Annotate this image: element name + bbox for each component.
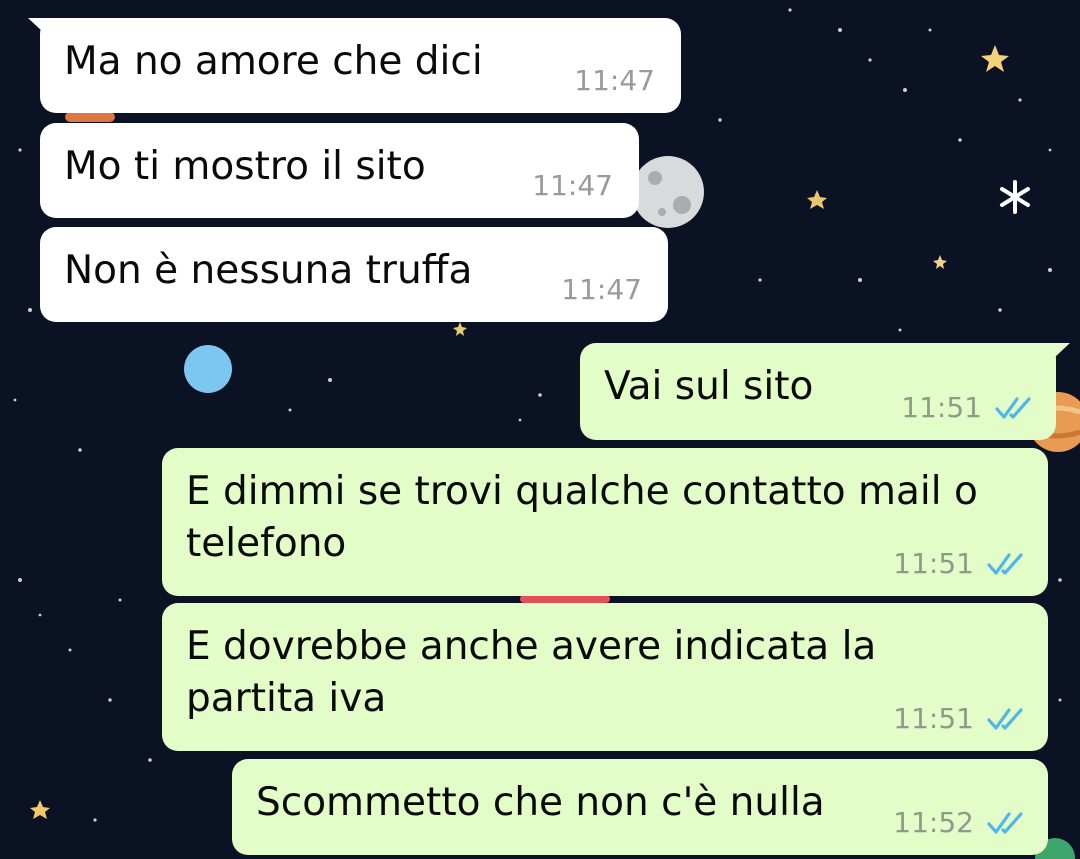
- message-text: E dimmi se trovi qualche contatto mail o…: [186, 469, 978, 566]
- message-time: 11:51: [893, 702, 974, 735]
- message-bubble-outgoing[interactable]: Scommetto che non c'è nulla 11:52: [232, 759, 1048, 855]
- message-bubble-incoming[interactable]: Mo ti mostro il sito 11:47: [40, 123, 639, 218]
- read-ticks-icon: [987, 708, 1023, 730]
- message-meta: 11:51: [901, 392, 1034, 424]
- message-time: 11:51: [901, 391, 982, 424]
- message-meta: 11:51: [893, 548, 1026, 580]
- message-text: Vai sul sito: [604, 364, 814, 409]
- read-ticks-icon: [995, 397, 1031, 419]
- message-text: Ma no amore che dici: [64, 39, 483, 84]
- message-bubble-incoming[interactable]: Non è nessuna truffa 11:47: [40, 227, 668, 322]
- message-bubble-outgoing[interactable]: Vai sul sito 11:51: [580, 343, 1070, 440]
- message-meta: 11:47: [574, 65, 655, 97]
- read-ticks-icon: [987, 812, 1023, 834]
- message-time: 11:47: [532, 169, 613, 202]
- message-bubble-incoming[interactable]: Ma no amore che dici 11:47: [28, 18, 681, 113]
- message-time: 11:51: [893, 547, 974, 580]
- message-time: 11:52: [893, 806, 974, 839]
- message-time: 11:47: [561, 273, 642, 306]
- wallpaper-blue-planet: [184, 345, 232, 393]
- bubble-tail: [1040, 343, 1070, 371]
- message-text: Mo ti mostro il sito: [64, 144, 426, 189]
- message-text: Non è nessuna truffa: [64, 248, 473, 293]
- message-meta: 11:51: [893, 703, 1026, 735]
- message-time: 11:47: [574, 64, 655, 97]
- message-text: E dovrebbe anche avere indicata la parti…: [186, 624, 877, 721]
- message-meta: 11:47: [532, 170, 613, 202]
- message-meta: 11:52: [893, 807, 1026, 839]
- read-ticks-icon: [987, 553, 1023, 575]
- wallpaper-moon-planet: [632, 156, 704, 228]
- message-meta: 11:47: [561, 274, 642, 306]
- bubble-tail: [28, 18, 58, 46]
- wallpaper-orange-planet: [65, 112, 115, 122]
- message-text: Scommetto che non c'è nulla: [256, 780, 825, 825]
- wallpaper-red-planet: [520, 595, 610, 603]
- message-bubble-outgoing[interactable]: E dovrebbe anche avere indicata la parti…: [162, 603, 1048, 751]
- message-bubble-outgoing[interactable]: E dimmi se trovi qualche contatto mail o…: [162, 448, 1048, 596]
